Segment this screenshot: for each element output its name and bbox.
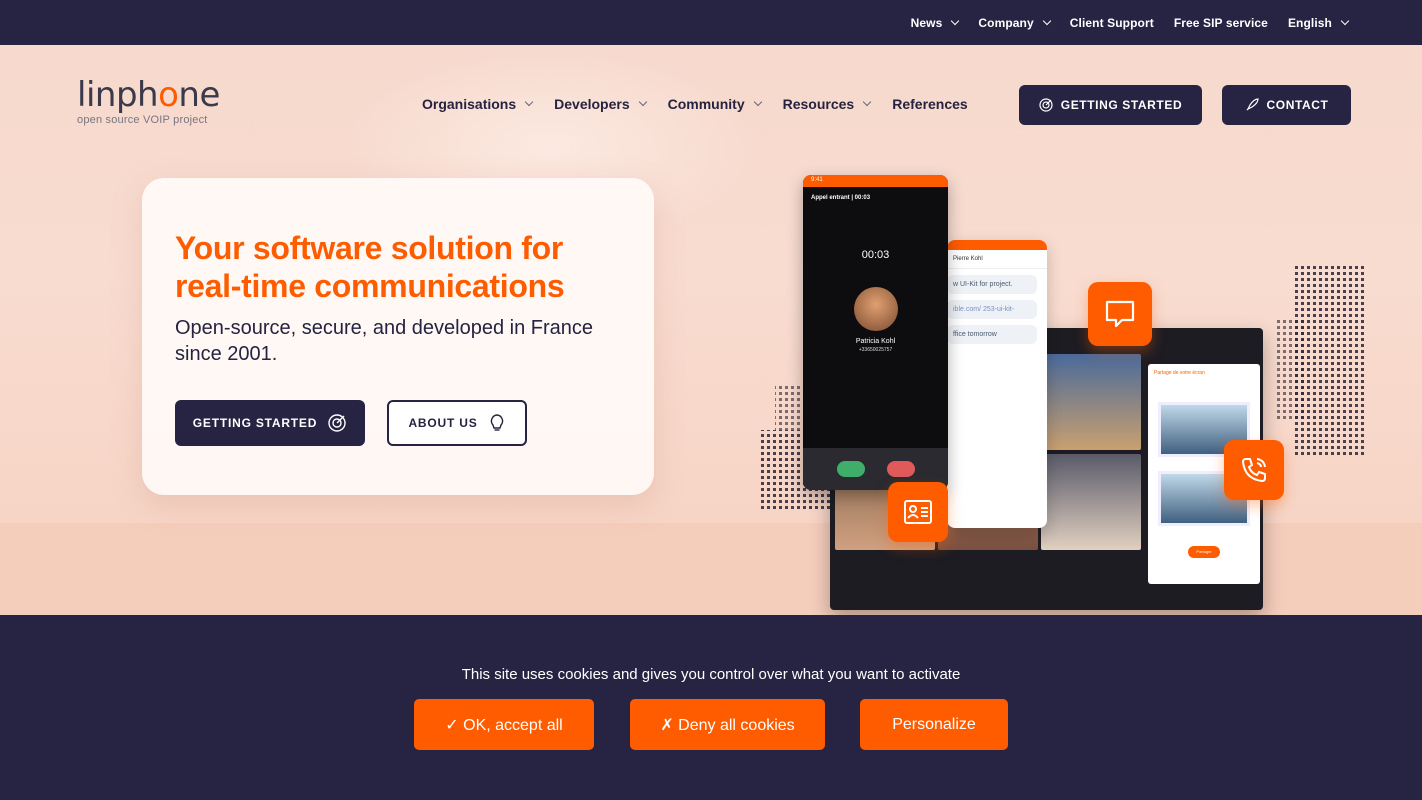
hero-title: Your software solution for real-time com… — [175, 230, 565, 304]
top-utility-bar: News Company Client Support Free SIP ser… — [0, 0, 1422, 45]
rocket-icon — [1246, 98, 1259, 111]
phone-status-time: 9:41 — [803, 175, 948, 187]
nav-community[interactable]: Community — [667, 96, 762, 112]
logo-wordmark: linphone — [77, 77, 220, 113]
panel-share-button: Partager — [1188, 546, 1220, 558]
header-contact-label: CONTACT — [1266, 98, 1329, 112]
caller-avatar — [853, 287, 898, 331]
personalize-cookies-button[interactable]: Personalize — [860, 699, 1008, 750]
cookie-message: This site uses cookies and gives you con… — [461, 666, 961, 683]
hero-about-us-button[interactable]: ABOUT US — [387, 400, 527, 446]
target-icon — [328, 414, 346, 432]
logo-part-2: o — [158, 75, 179, 115]
contact-card-icon — [888, 482, 948, 542]
topbar-news[interactable]: News — [910, 15, 960, 30]
hero-illustration: Partage de votre écran Partager Pierre K… — [755, 170, 1375, 615]
chevron-down-icon — [1042, 16, 1052, 25]
topbar-client-support[interactable]: Client Support — [1070, 16, 1154, 30]
topbar-free-sip-label: Free SIP service — [1173, 15, 1268, 30]
deny-all-cookies-button[interactable]: ✗ Deny all cookies — [630, 699, 825, 750]
target-icon — [1039, 98, 1053, 112]
chat-window: Pierre Kohl w UI-Kit for project. ible.c… — [947, 240, 1047, 528]
nav-developers[interactable]: Developers — [554, 96, 647, 112]
chat-contact: Pierre Kohl — [947, 250, 1047, 269]
topbar-company-label: Company — [978, 15, 1034, 30]
nav-organisations[interactable]: Organisations — [422, 96, 534, 112]
logo-part-3: ne — [178, 75, 220, 115]
nav-references[interactable]: References — [892, 96, 968, 112]
hero-subtitle: Open-source, secure, and developed in Fr… — [175, 317, 594, 365]
nav-developers-label: Developers — [554, 96, 630, 112]
hero-getting-started-button[interactable]: GETTING STARTED — [175, 400, 365, 446]
nav-organisations-label: Organisations — [422, 96, 517, 112]
header-getting-started-label: GETTING STARTED — [1060, 98, 1183, 112]
hangup-call-icon — [886, 461, 915, 477]
language-selector[interactable]: English — [1287, 15, 1350, 30]
call-timer: 00:03 — [861, 249, 890, 261]
hero-about-us-label: ABOUT US — [408, 416, 478, 430]
header-getting-started-button[interactable]: GETTING STARTED — [1019, 85, 1202, 125]
phone-call-title: Appel entrant | 00:03 — [811, 195, 871, 201]
accept-call-icon — [836, 461, 865, 477]
header-contact-button[interactable]: CONTACT — [1222, 85, 1351, 125]
topbar-free-sip[interactable]: Free SIP service — [1174, 16, 1268, 30]
logo-part-1: linph — [77, 75, 159, 115]
topbar-company[interactable]: Company — [978, 15, 1052, 30]
chevron-down-icon — [638, 97, 647, 107]
chat-message-1: w UI-Kit for project. — [947, 275, 1037, 294]
accept-all-cookies-button[interactable]: ✓ OK, accept all — [414, 699, 594, 750]
chat-message-2: ible.com/ 253-ui-kit- — [947, 300, 1037, 319]
chat-message-3: ffice tomorrow — [947, 325, 1037, 344]
site-logo[interactable]: linphone open source VOIP project — [77, 77, 220, 126]
panel-title: Partage de votre écran — [1154, 370, 1205, 376]
chevron-down-icon — [524, 97, 534, 107]
nav-community-label: Community — [667, 96, 745, 112]
caller-name: Patricia Kohl — [855, 338, 896, 345]
nav-resources[interactable]: Resources — [782, 96, 872, 112]
chat-bubble-icon — [1088, 282, 1152, 346]
chevron-down-icon — [753, 97, 762, 107]
main-nav: Organisations Developers Community Resou… — [422, 96, 990, 112]
topbar-news-label: News — [910, 15, 943, 30]
logo-tagline: open source VOIP project — [77, 114, 208, 126]
topbar-client-support-label: Client Support — [1069, 15, 1154, 30]
language-label: English — [1287, 15, 1332, 30]
chevron-down-icon — [1340, 16, 1350, 25]
chevron-down-icon — [951, 16, 960, 25]
nav-resources-label: Resources — [782, 96, 855, 112]
phone-call-screen: 9:41 Appel entrant | 00:03 00:03 Patrici… — [803, 175, 948, 490]
lightbulb-icon — [490, 414, 503, 431]
nav-references-label: References — [892, 96, 968, 112]
hero-getting-started-label: GETTING STARTED — [192, 416, 318, 430]
chevron-down-icon — [862, 97, 872, 107]
caller-number: +33650025757 — [858, 347, 893, 353]
phone-call-icon — [1224, 440, 1284, 500]
